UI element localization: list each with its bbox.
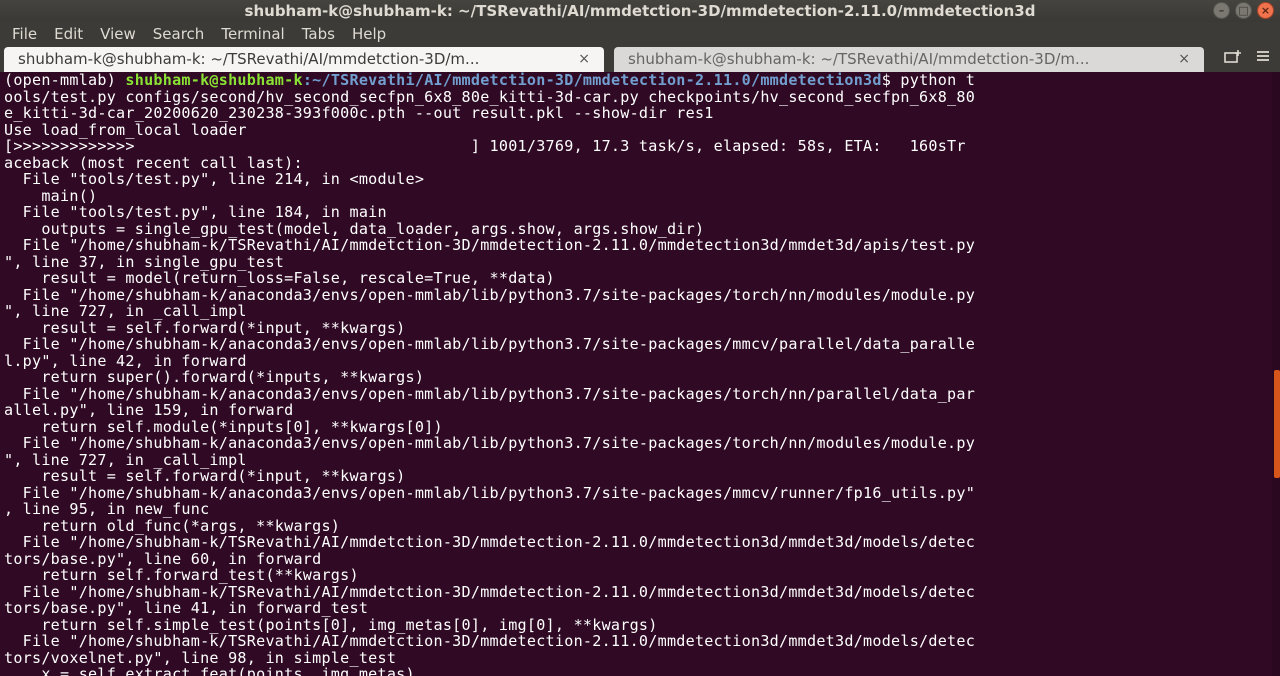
output-line: e_kitti-3d-car_20200620_230238-393f000c.… bbox=[4, 104, 714, 122]
tab-terminal-1[interactable]: shubham-k@shubham-k: ~/TSRevathi/AI/mmde… bbox=[4, 47, 604, 72]
menu-file[interactable]: File bbox=[12, 25, 37, 43]
menu-help[interactable]: Help bbox=[352, 25, 386, 43]
output-line: ", line 37, in single_gpu_test bbox=[4, 252, 285, 271]
menu-terminal[interactable]: Terminal bbox=[221, 25, 284, 43]
output-line: x = self.extract_feat(points, img_metas) bbox=[4, 665, 415, 676]
output-line: result = self.forward(*input, **kwargs) bbox=[4, 467, 406, 485]
output-line: Use load_from_local loader bbox=[4, 120, 247, 139]
prompt-path: :~/TSRevathi/AI/mmdetction-3D/mmdetectio… bbox=[302, 72, 882, 89]
output-line: return self.module(*inputs[0], **kwargs[… bbox=[4, 417, 443, 436]
output-line: File "/home/shubham-k/TSRevathi/AI/mmdet… bbox=[4, 582, 976, 601]
output-line: File "/home/shubham-k/anaconda3/envs/ope… bbox=[4, 384, 976, 403]
window-controls: – □ × bbox=[1213, 2, 1274, 19]
output-line: File "tools/test.py", line 214, in <modu… bbox=[4, 170, 425, 188]
output-line: File "/home/shubham-k/TSRevathi/AI/mmdet… bbox=[4, 632, 976, 650]
output-line: , line 95, in new_func bbox=[4, 500, 210, 518]
output-line: tors/base.py", line 60, in forward bbox=[4, 549, 322, 568]
tab-label: shubham-k@shubham-k: ~/TSRevathi/AI/mmde… bbox=[18, 50, 480, 68]
menu-search[interactable]: Search bbox=[153, 25, 205, 43]
window-title: shubham-k@shubham-k: ~/TSRevathi/AI/mmde… bbox=[244, 2, 1036, 20]
output-line: l.py", line 42, in forward bbox=[4, 351, 247, 370]
tab-close-icon[interactable]: × bbox=[578, 47, 590, 72]
prompt-user: shubham-k@shubham-k bbox=[125, 72, 303, 89]
output-line: [>>>>>>>>>>>>> ] 1001/3769, 17.3 task/s,… bbox=[4, 137, 966, 155]
output-line: ools/test.py configs/second/hv_second_se… bbox=[4, 87, 976, 106]
output-line: File "/home/shubham-k/anaconda3/envs/ope… bbox=[4, 335, 976, 353]
tab-menu-icon[interactable] bbox=[1256, 48, 1270, 68]
output-line: aceback (most recent call last): bbox=[4, 153, 303, 172]
window-titlebar: shubham-k@shubham-k: ~/TSRevathi/AI/mmde… bbox=[0, 0, 1280, 22]
menu-bar: File Edit View Search Terminal Tabs Help bbox=[0, 22, 1280, 45]
output-line: return self.forward_test(**kwargs) bbox=[4, 566, 359, 584]
menu-edit[interactable]: Edit bbox=[54, 25, 83, 43]
tab-terminal-2[interactable]: shubham-k@shubham-k: ~/TSRevathi/AI/mmde… bbox=[614, 47, 1204, 72]
output-line: main() bbox=[4, 186, 98, 205]
prompt-env: (open-mmlab) bbox=[4, 72, 126, 89]
output-line: File "/home/shubham-k/anaconda3/envs/ope… bbox=[4, 483, 976, 502]
output-line: File "tools/test.py", line 184, in main bbox=[4, 203, 387, 221]
output-line: return self.simple_test(points[0], img_m… bbox=[4, 615, 658, 634]
tab-label: shubham-k@shubham-k: ~/TSRevathi/AI/mmde… bbox=[628, 50, 1090, 68]
minimize-button[interactable]: – bbox=[1213, 2, 1230, 19]
menu-view[interactable]: View bbox=[100, 25, 136, 43]
output-line: File "/home/shubham-k/TSRevathi/AI/mmdet… bbox=[4, 533, 976, 551]
maximize-button[interactable]: □ bbox=[1235, 2, 1252, 19]
menu-tabs[interactable]: Tabs bbox=[302, 25, 335, 43]
scrollbar-thumb[interactable] bbox=[1274, 370, 1280, 478]
tab-close-icon[interactable]: × bbox=[1178, 47, 1190, 72]
new-tab-icon[interactable] bbox=[1224, 49, 1242, 69]
terminal-scrollbar[interactable] bbox=[1272, 72, 1280, 676]
output-line: result = model(return_loss=False, rescal… bbox=[4, 269, 555, 287]
output-line: tors/base.py", line 41, in forward_test bbox=[4, 599, 369, 617]
output-line: ", line 727, in _call_impl bbox=[4, 302, 247, 320]
tab-bar: shubham-k@shubham-k: ~/TSRevathi/AI/mmde… bbox=[0, 45, 1280, 72]
output-line: allel.py", line 159, in forward bbox=[4, 401, 294, 419]
terminal-output[interactable]: (open-mmlab) shubham-k@shubham-k:~/TSRev… bbox=[0, 72, 1272, 676]
prompt-line: (open-mmlab) shubham-k@shubham-k:~/TSRev… bbox=[4, 72, 1272, 89]
output-line: outputs = single_gpu_test(model, data_lo… bbox=[4, 219, 705, 238]
output-line: result = self.forward(*input, **kwargs) bbox=[4, 318, 406, 337]
output-line: File "/home/shubham-k/TSRevathi/AI/mmdet… bbox=[4, 236, 976, 254]
output-line: return super().forward(*inputs, **kwargs… bbox=[4, 368, 425, 386]
output-line: File "/home/shubham-k/anaconda3/envs/ope… bbox=[4, 285, 976, 304]
output-line: File "/home/shubham-k/anaconda3/envs/ope… bbox=[4, 434, 976, 452]
prompt-command: $ python t bbox=[881, 72, 976, 89]
close-button[interactable]: × bbox=[1257, 2, 1274, 19]
output-line: tors/voxelnet.py", line 98, in simple_te… bbox=[4, 648, 397, 667]
output-line: ", line 727, in _call_impl bbox=[4, 450, 247, 469]
output-line: return old_func(*args, **kwargs) bbox=[4, 516, 341, 535]
